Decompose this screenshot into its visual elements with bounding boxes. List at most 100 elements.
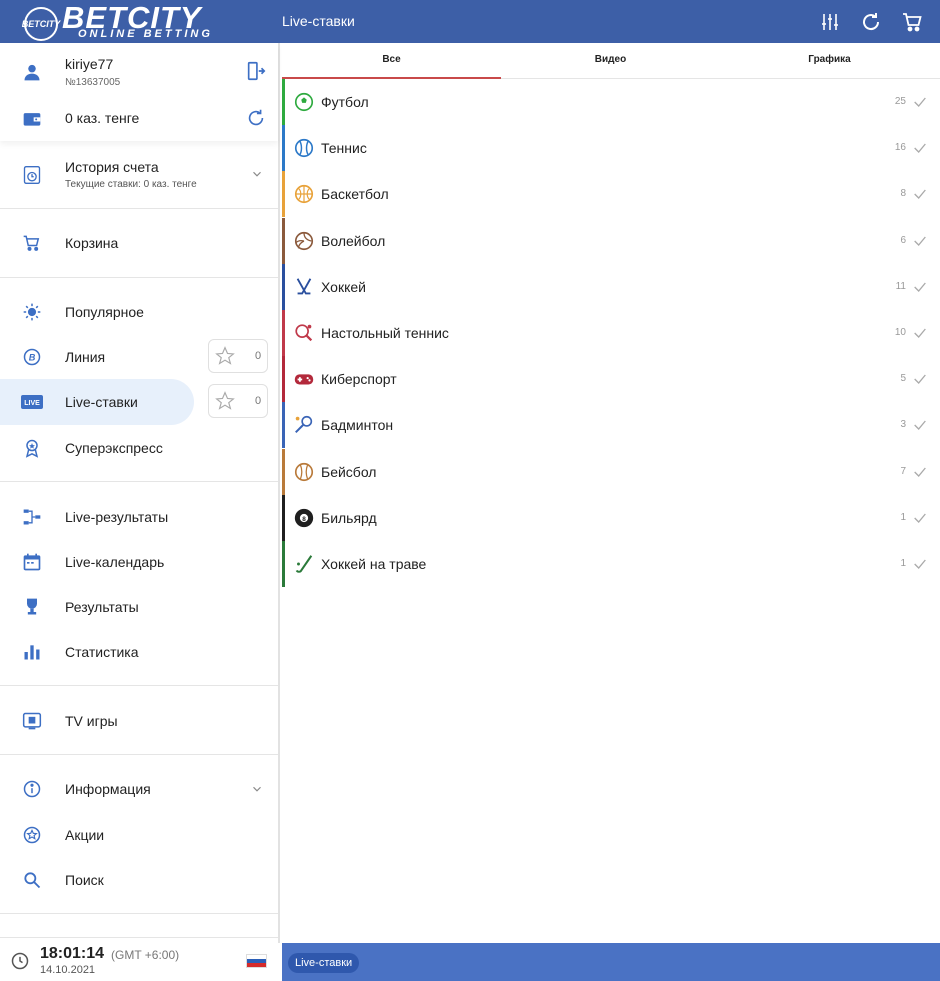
nav-label: Линия (65, 349, 106, 365)
sport-row-7[interactable]: Бадминтон 3 (282, 402, 940, 449)
cart-icon (20, 231, 44, 255)
checkmark-icon[interactable] (912, 556, 928, 572)
balance: 0 каз. тенге (65, 110, 140, 126)
divider (0, 481, 278, 482)
nav-promotions[interactable]: Акции (0, 815, 278, 855)
search-icon (20, 868, 44, 892)
checkmark-icon[interactable] (912, 233, 928, 249)
checkmark-icon[interactable] (912, 186, 928, 202)
table-tennis-icon (295, 324, 313, 342)
divider (0, 685, 278, 686)
breadcrumb-chip[interactable]: Live-ставки (288, 953, 360, 973)
chevron-down-icon[interactable] (250, 167, 264, 181)
nav-information[interactable]: Информация (0, 769, 278, 809)
sport-event-count: 5 (900, 373, 906, 385)
nav-tv-games[interactable]: TV игры (0, 701, 278, 741)
checkmark-icon[interactable] (912, 464, 928, 480)
tennis-ball-icon (294, 139, 314, 158)
cart-icon[interactable] (900, 10, 924, 34)
timezone: (GMT +6:00) (111, 948, 180, 962)
sport-row-0[interactable]: Футбол 25 (282, 79, 940, 125)
checkmark-icon[interactable] (912, 417, 928, 433)
divider (0, 913, 278, 914)
account-panel: kiriye77 №13637005 0 каз. тенге (0, 43, 278, 141)
nav-line[interactable]: B Линия 0 (0, 337, 278, 377)
logout-icon[interactable] (245, 60, 267, 82)
basketball-icon (294, 185, 314, 204)
clock-icon (11, 952, 29, 970)
line-favorites-button[interactable]: 0 (208, 339, 268, 373)
betcity-logo[interactable]: BETCITY BETCITY ONLINE BETTING (22, 0, 234, 41)
sport-row-9[interactable]: 8 Бильярд 1 (282, 494, 940, 541)
checkmark-icon[interactable] (912, 140, 928, 156)
sport-accent-bar (282, 217, 285, 264)
nav-label: Статистика (65, 644, 139, 660)
nav-label: Корзина (65, 235, 119, 251)
nav-live-bets[interactable]: LIVE Live-ставки 0 (0, 379, 278, 425)
sport-row-8[interactable]: Бейсбол 7 (282, 448, 940, 495)
nav-popular[interactable]: Популярное (0, 292, 278, 332)
refresh-icon[interactable] (859, 10, 883, 34)
bracket-icon (20, 505, 44, 529)
sport-accent-bar (282, 79, 285, 125)
line-b-icon: B (20, 345, 44, 369)
live-favorites-button[interactable]: 0 (208, 384, 268, 418)
user-id: №13637005 (65, 77, 121, 88)
sport-row-1[interactable]: Теннис 16 (282, 125, 940, 172)
nav-label: История счета (65, 159, 159, 175)
sport-accent-bar (282, 125, 285, 172)
nav-superexpress[interactable]: Суперэкспресс (0, 428, 278, 468)
filter-sliders-icon[interactable] (818, 10, 842, 34)
sport-event-count: 16 (894, 142, 906, 154)
checkmark-icon[interactable] (912, 94, 928, 110)
nav-label: Live-результаты (65, 509, 169, 525)
sport-row-10[interactable]: Хоккей на траве 1 (282, 541, 940, 587)
sport-event-count: 10 (894, 327, 906, 338)
wallet-icon (20, 107, 44, 131)
sport-event-count: 25 (894, 96, 906, 107)
logo-tagline: ONLINE BETTING (78, 28, 213, 40)
checkmark-icon[interactable] (912, 371, 928, 387)
divider (0, 208, 278, 209)
field-hockey-icon (295, 555, 313, 573)
sport-event-count: 1 (900, 558, 906, 569)
favorites-count: 0 (255, 350, 262, 362)
sport-accent-bar (282, 171, 285, 218)
refresh-balance-icon[interactable] (245, 107, 267, 129)
russia-flag-icon[interactable] (246, 954, 267, 968)
checkmark-icon[interactable] (912, 279, 928, 295)
tab-video[interactable]: Видео (501, 43, 720, 79)
history-subtitle: Текущие ставки: 0 каз. тенге (65, 179, 197, 190)
checkmark-icon[interactable] (912, 325, 928, 341)
sport-name: Бильярд (321, 509, 377, 526)
sport-accent-bar (282, 263, 285, 310)
tab-all[interactable]: Все (282, 43, 501, 79)
sport-event-count: 8 (900, 188, 906, 200)
nav-live-results[interactable]: Live-результаты (0, 497, 278, 537)
tab-graphics[interactable]: Графика (720, 43, 939, 79)
nav-search[interactable]: Поиск (0, 860, 278, 900)
live-icon: LIVE (20, 390, 44, 414)
hockey-sticks-icon (296, 278, 312, 295)
sport-row-6[interactable]: Киберспорт 5 (282, 356, 940, 403)
nav-label: Live-календарь (65, 554, 165, 570)
chevron-down-icon[interactable] (250, 782, 264, 796)
nav-live-calendar[interactable]: Live-календарь (0, 542, 278, 582)
sport-row-3[interactable]: Волейбол 6 (282, 217, 940, 264)
sport-name: Настольный теннис (321, 325, 449, 341)
sport-event-count: 11 (895, 280, 906, 292)
nav-label: Поиск (65, 872, 104, 888)
checkmark-icon[interactable] (912, 510, 928, 526)
nav-label: Live-ставки (65, 394, 138, 410)
nav-cart[interactable]: Корзина (0, 223, 278, 263)
nav-statistics[interactable]: Статистика (0, 632, 278, 672)
esports-icon (294, 374, 314, 385)
star-icon (215, 346, 235, 365)
sport-row-2[interactable]: Баскетбол 8 (282, 171, 940, 218)
nav-label: TV игры (65, 713, 118, 729)
nav-label: Суперэкспресс (65, 440, 163, 456)
sport-row-5[interactable]: Настольный теннис 10 (282, 310, 940, 356)
sport-row-4[interactable]: Хоккей 11 (282, 263, 940, 310)
sport-accent-bar (282, 494, 285, 541)
nav-results[interactable]: Результаты (0, 587, 278, 627)
